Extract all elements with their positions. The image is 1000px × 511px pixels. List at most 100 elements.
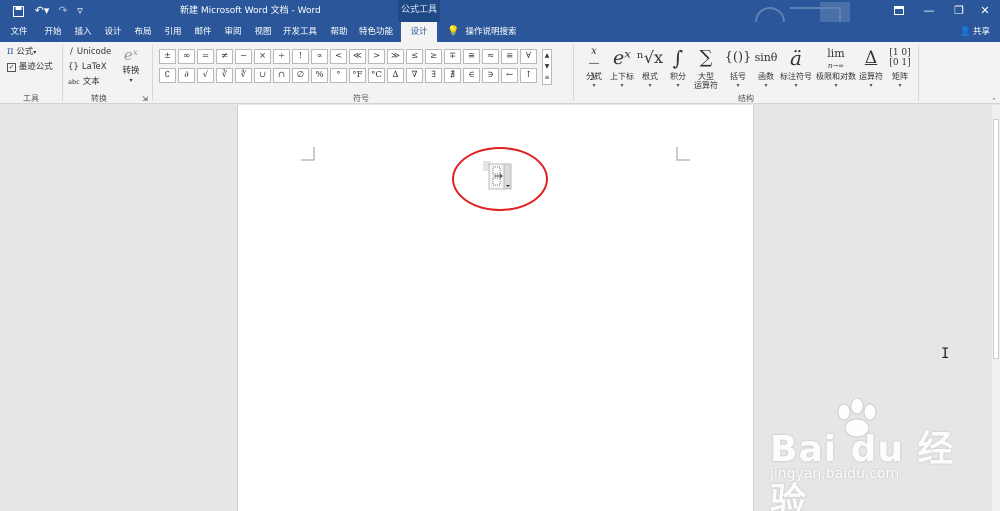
symbol-sqrt[interactable]: √ (197, 68, 214, 83)
equation-button[interactable]: π 公式▾ (7, 46, 36, 59)
symbol-minus-plus[interactable]: ∓ (444, 49, 461, 64)
tell-me-search[interactable]: 💡 操作说明搜索 (447, 22, 516, 42)
braces-icon: {} (68, 62, 79, 72)
divider (918, 45, 919, 101)
symbol-greater-than[interactable]: > (368, 49, 385, 64)
customize-toolbar-icon[interactable]: ▿ (74, 3, 86, 19)
large-operator-button[interactable]: ∑ 大型 运算符 (688, 44, 724, 92)
symbol-percent[interactable]: % (311, 68, 328, 83)
tab-references[interactable]: 引用 (160, 22, 186, 42)
tab-insert[interactable]: 插入 (70, 22, 96, 42)
limit-log-button[interactable]: lim n→∞ 极限和对数 ▾ (816, 44, 856, 92)
tab-developer[interactable]: 开发工具 (282, 22, 318, 42)
symbol-up-arrow[interactable]: ↑ (520, 68, 537, 83)
convert-dialog-launcher-icon[interactable]: ⇲ (142, 93, 148, 105)
tab-layout[interactable]: 布局 (130, 22, 156, 42)
symbol-empty-set[interactable]: ∅ (292, 68, 309, 83)
matrix-button[interactable]: [1 0] [0 1] 矩阵 ▾ (882, 44, 918, 92)
tab-equation-design[interactable]: 设计 (401, 22, 437, 42)
tab-design[interactable]: 设计 (100, 22, 126, 42)
title-bar: ↶▾ ↷ ▿ 新建 Microsoft Word 文档 - Word 公式工具 … (0, 0, 1000, 37)
tab-home[interactable]: 开始 (40, 22, 66, 42)
gallery-scroll-control[interactable]: ▲ ▼ ≡ (542, 49, 552, 85)
symbol-partial[interactable]: ∂ (178, 68, 195, 83)
symbol-equals[interactable]: = (197, 49, 214, 64)
close-icon[interactable]: ✕ (970, 0, 1000, 22)
convert-icon: eˣ (123, 46, 139, 64)
accent-button[interactable]: ä 标注符号 ▾ (778, 44, 814, 92)
symbol-left-arrow[interactable]: ← (501, 68, 518, 83)
text-cursor-icon: I (941, 346, 950, 362)
symbol-times[interactable]: × (254, 49, 271, 64)
tab-view[interactable]: 视图 (250, 22, 276, 42)
margin-corner-top-right (676, 147, 690, 161)
symbol-plus-minus[interactable]: ± (159, 49, 176, 64)
symbol-identical[interactable]: ≡ (501, 49, 518, 64)
lightbulb-icon: 💡 (447, 26, 460, 37)
symbol-much-greater[interactable]: ≫ (387, 49, 404, 64)
symbol-fourth-root[interactable]: ∜ (235, 68, 252, 83)
symbol-degree[interactable]: ° (330, 68, 347, 83)
symbol-exists[interactable]: ∃ (425, 68, 442, 83)
scroll-up-icon: ▲ (544, 52, 550, 59)
symbol-proportional[interactable]: ∝ (311, 49, 328, 64)
symbol-approx[interactable]: ≈ (482, 49, 499, 64)
symbols-group-label: 符号 (353, 94, 369, 103)
scrollbar-thumb[interactable] (993, 119, 999, 359)
share-button[interactable]: 👤 共享 (960, 22, 990, 42)
symbol-complement[interactable]: ∁ (159, 68, 176, 83)
vertical-scrollbar[interactable] (992, 105, 1000, 511)
symbol-not-equal[interactable]: ≠ (216, 49, 233, 64)
symbol-divide[interactable]: ÷ (273, 49, 290, 64)
symbol-cube-root[interactable]: ∛ (216, 68, 233, 83)
convert-button[interactable]: eˣ 转换 ▾ (120, 45, 142, 84)
save-icon[interactable] (10, 3, 26, 19)
matrix-label: 矩阵 (892, 72, 908, 81)
divider (573, 45, 574, 101)
watermark-url: jingyan.baidu.com (770, 466, 900, 482)
text-option[interactable]: abc 文本 (68, 76, 100, 88)
symbol-increment[interactable]: ∆ (387, 68, 404, 83)
accent-icon: ä (790, 46, 802, 70)
tab-help[interactable]: 帮助 (326, 22, 352, 42)
tab-review[interactable]: 审阅 (220, 22, 246, 42)
ribbon-display-options-icon[interactable] (884, 0, 914, 22)
symbol-tilde[interactable]: ~ (235, 49, 252, 64)
symbol-contains[interactable]: ∋ (482, 68, 499, 83)
undo-icon[interactable]: ↶▾ (32, 3, 52, 19)
ink-icon: ✓ (7, 63, 16, 72)
symbol-celsius[interactable]: °C (368, 68, 385, 83)
symbol-nabla[interactable]: ∇ (406, 68, 423, 83)
unicode-option[interactable]: / Unicode (70, 46, 111, 58)
symbol-not-exists[interactable]: ∄ (444, 68, 461, 83)
latex-option[interactable]: {} LaTeX (68, 61, 107, 73)
symbol-element-of[interactable]: ∈ (463, 68, 480, 83)
ribbon: π 公式▾ ✓ 墨迹公式 工具 / Unicode {} LaTeX abc 文本 e… (0, 42, 1000, 104)
collapse-ribbon-icon[interactable]: ⌃ (990, 97, 998, 105)
redo-icon[interactable]: ↷ (56, 3, 70, 19)
unicode-label: Unicode (76, 47, 112, 57)
symbol-factorial[interactable]: ! (292, 49, 309, 64)
tab-file[interactable]: 文件 (6, 22, 32, 42)
tab-features[interactable]: 特色功能 (356, 22, 396, 42)
symbol-less-equal[interactable]: ≤ (406, 49, 423, 64)
ink-equation-button[interactable]: ✓ 墨迹公式 (7, 61, 53, 73)
baidu-watermark: Bai du 经验 jingyan.baidu.com (760, 398, 990, 511)
symbol-intersection[interactable]: ∩ (273, 68, 290, 83)
share-label: 共享 (972, 27, 990, 37)
symbol-union[interactable]: ∪ (254, 68, 271, 83)
symbol-much-less[interactable]: ≪ (349, 49, 366, 64)
abc-icon: abc (68, 78, 80, 86)
context-tool-label: 公式工具 (398, 0, 440, 22)
tab-mailings[interactable]: 邮件 (190, 22, 216, 42)
tools-group-label: 工具 (23, 94, 39, 103)
symbol-less-than[interactable]: < (330, 49, 347, 64)
ribbon-tab-bar: 文件 开始 插入 设计 布局 引用 邮件 审阅 视图 开发工具 帮助 特色功能 … (0, 22, 1000, 42)
symbol-infinity[interactable]: ∞ (178, 49, 195, 64)
symbol-greater-equal[interactable]: ≥ (425, 49, 442, 64)
symbol-congruent[interactable]: ≅ (463, 49, 480, 64)
pi-icon: π (7, 46, 14, 57)
symbol-fahrenheit[interactable]: °F (349, 68, 366, 83)
minimize-icon[interactable]: — (914, 0, 944, 22)
symbol-for-all[interactable]: ∀ (520, 49, 537, 64)
